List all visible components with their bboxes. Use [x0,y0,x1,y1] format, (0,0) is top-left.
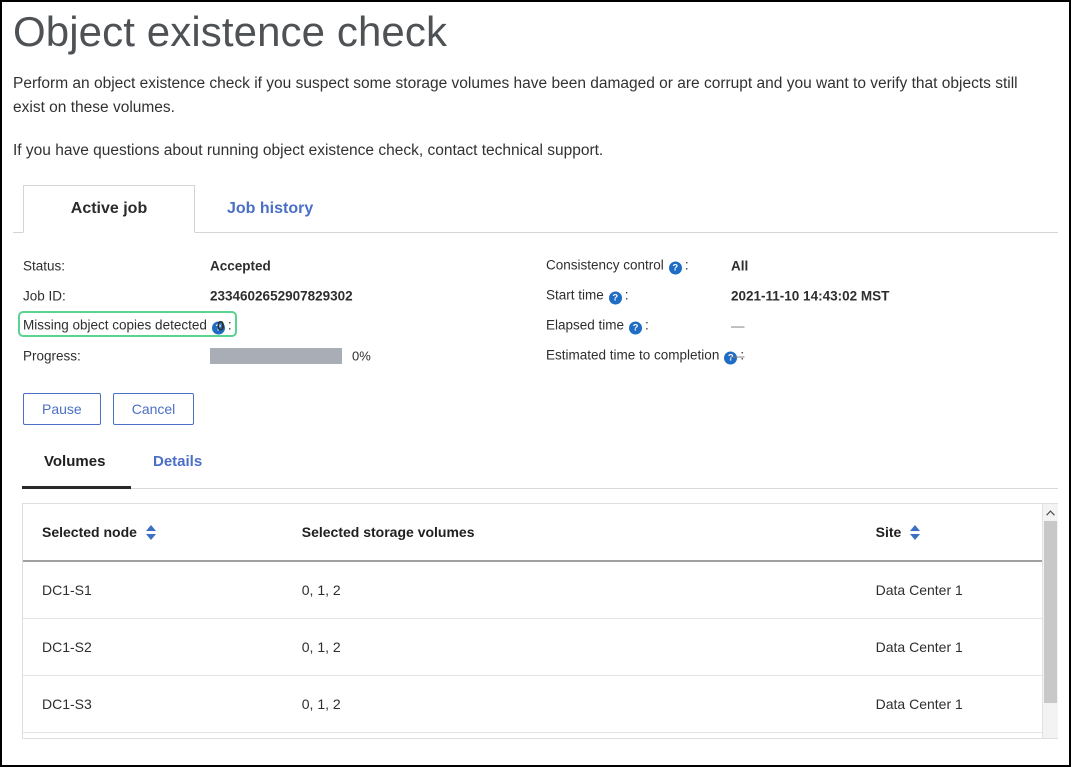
main-tablist: Active job Job history [11,185,1060,233]
elapsed-time-colon: : [645,318,649,333]
help-icon[interactable]: ? [609,292,622,305]
cell-node: DC1-S2 [23,618,283,675]
sort-icon[interactable] [910,525,921,540]
eta-value: — [731,349,745,364]
consistency-control-label: Consistency control?: [546,258,689,275]
progress-row: Progress: 0% [23,341,523,371]
cell-volumes: 0, 1, 2 [283,675,857,732]
job-status-left-column: Status: Accepted Job ID: 233460265290782… [23,251,523,371]
consistency-control-label-text: Consistency control [546,258,664,273]
table-body: DC1-S1 0, 1, 2 Data Center 1 DC1-S2 0, 1… [23,561,1058,732]
column-header-selected-node[interactable]: Selected node [23,504,283,561]
volumes-table: Selected node Selected storage volumes S… [23,504,1058,733]
intro-paragraph-1: Perform an object existence check if you… [13,72,1043,120]
elapsed-time-row: Elapsed time?: — [546,311,1066,341]
column-header-selected-node-label: Selected node [42,524,137,540]
start-time-label-text: Start time [546,288,604,303]
table-header-row: Selected node Selected storage volumes S… [23,504,1058,561]
tab-volumes[interactable]: Volumes [44,453,105,479]
missing-copies-colon: : [228,318,232,333]
cell-node: DC1-S1 [23,561,283,618]
cell-site: Data Center 1 [857,561,1058,618]
help-icon[interactable]: ? [669,262,682,275]
job-action-buttons: Pause Cancel [23,393,1060,425]
cell-site: Data Center 1 [857,675,1058,732]
job-id-label: Job ID: [23,289,66,304]
cell-site: Data Center 1 [857,618,1058,675]
scrollbar-thumb[interactable] [1044,521,1057,703]
progress-percent: 0% [352,349,371,364]
start-time-value: 2021-11-10 14:43:02 MST [731,289,889,304]
cell-node: DC1-S3 [23,675,283,732]
progress-label: Progress: [23,349,81,364]
sub-tablist-divider [22,488,1058,489]
column-header-site[interactable]: Site [857,504,1058,561]
cell-volumes: 0, 1, 2 [283,618,857,675]
column-header-selected-storage-volumes-label: Selected storage volumes [302,524,475,540]
scroll-up-arrow-icon[interactable] [1043,504,1058,521]
app-window: Object existence check Perform an object… [0,0,1071,767]
status-row: Status: Accepted [23,251,523,281]
sub-tab-active-indicator [22,486,131,489]
start-time-colon: : [625,288,629,303]
column-header-site-label: Site [876,524,902,540]
progress-bar [210,348,342,364]
help-icon[interactable]: ? [629,322,642,335]
job-id-value: 2334602652907829302 [210,289,353,304]
eta-label-text: Estimated time to completion [546,348,719,363]
missing-copies-label: Missing object copies detected?: [23,318,232,335]
tab-job-history[interactable]: Job history [227,185,313,233]
job-status-right-column: Consistency control?: All Start time?: 2… [546,251,1066,371]
missing-copies-label-text: Missing object copies detected [23,318,207,333]
job-id-row: Job ID: 2334602652907829302 [23,281,523,311]
cell-volumes: 0, 1, 2 [283,561,857,618]
sort-icon[interactable] [146,525,157,540]
status-label: Status: [23,259,65,274]
consistency-control-row: Consistency control?: All [546,251,1066,281]
page-content: Object existence check Perform an object… [2,2,1069,765]
table-row: DC1-S3 0, 1, 2 Data Center 1 [23,675,1058,732]
tab-active-job[interactable]: Active job [23,185,195,233]
missing-copies-row: Missing object copies detected?: 0 [23,311,523,341]
cancel-button[interactable]: Cancel [113,393,195,425]
elapsed-time-label-text: Elapsed time [546,318,624,333]
pause-button[interactable]: Pause [23,393,101,425]
consistency-control-value: All [731,259,748,274]
missing-copies-value: 0 [217,319,225,334]
table-head: Selected node Selected storage volumes S… [23,504,1058,561]
consistency-control-colon: : [685,258,689,273]
page-title: Object existence check [13,10,1060,54]
volumes-table-container: Selected node Selected storage volumes S… [22,503,1058,739]
sub-tablist: Volumes Details [11,453,1060,489]
table-row: DC1-S1 0, 1, 2 Data Center 1 [23,561,1058,618]
table-scrollbar[interactable] [1042,504,1058,738]
intro-paragraph-2: If you have questions about running obje… [13,139,1043,163]
table-row: DC1-S2 0, 1, 2 Data Center 1 [23,618,1058,675]
start-time-label: Start time?: [546,288,629,305]
elapsed-time-value: — [731,319,745,334]
tab-details[interactable]: Details [153,453,202,479]
eta-label: Estimated time to completion?: [546,348,744,365]
elapsed-time-label: Elapsed time?: [546,318,649,335]
status-value: Accepted [210,259,271,274]
job-status-panel: Status: Accepted Job ID: 233460265290782… [11,251,1060,391]
start-time-row: Start time?: 2021-11-10 14:43:02 MST [546,281,1066,311]
column-header-selected-storage-volumes: Selected storage volumes [283,504,857,561]
eta-row: Estimated time to completion?: — [546,341,1066,371]
